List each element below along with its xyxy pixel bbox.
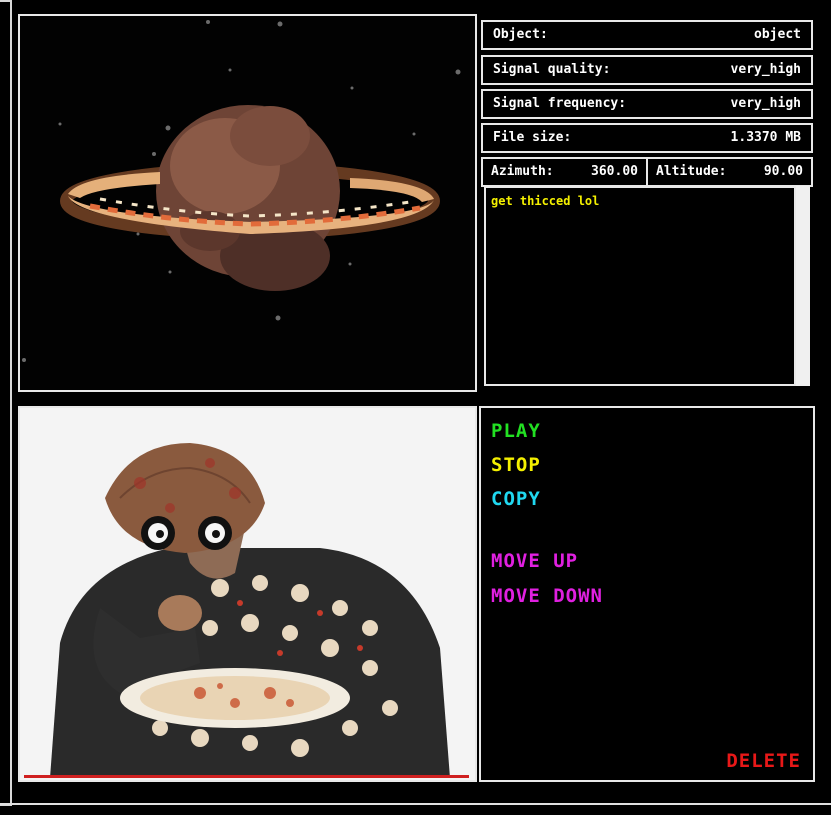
play-button[interactable]: PLAY bbox=[491, 420, 541, 442]
file-size-label: File size: bbox=[493, 130, 572, 145]
azimuth-value: 360.00 bbox=[591, 164, 638, 179]
altitude-row: Altitude: 90.00 bbox=[646, 157, 813, 187]
signal-frequency-row: Signal frequency: very_high bbox=[481, 89, 813, 119]
bottom-divider bbox=[0, 803, 831, 805]
file-size-value: 1.3370 MB bbox=[730, 130, 801, 145]
signal-frequency-label: Signal frequency: bbox=[493, 96, 627, 111]
message-text: get thicced lol bbox=[491, 194, 600, 208]
delete-button[interactable]: DELETE bbox=[726, 750, 801, 772]
planet-image bbox=[20, 16, 475, 390]
signal-quality-label: Signal quality: bbox=[493, 62, 611, 77]
azimuth-row: Azimuth: 360.00 bbox=[481, 157, 648, 187]
signal-photo-viewer bbox=[18, 406, 477, 782]
person-eating-image bbox=[20, 408, 475, 780]
copy-button[interactable]: COPY bbox=[491, 488, 541, 510]
actions-panel: PLAY STOP COPY MOVE UP MOVE DOWN DELETE bbox=[479, 406, 815, 782]
object-value: object bbox=[754, 27, 801, 42]
stop-button[interactable]: STOP bbox=[491, 454, 541, 476]
object-row: Object: object bbox=[481, 20, 813, 50]
photo-progress-line bbox=[24, 775, 469, 778]
signal-quality-value: very_high bbox=[730, 62, 801, 77]
signal-quality-row: Signal quality: very_high bbox=[481, 55, 813, 85]
left-edge-frame bbox=[0, 0, 12, 806]
move-down-button[interactable]: MOVE DOWN bbox=[491, 585, 603, 607]
signal-frequency-value: very_high bbox=[730, 96, 801, 111]
altitude-value: 90.00 bbox=[763, 164, 803, 179]
message-scrollbar[interactable] bbox=[796, 186, 810, 386]
object-label: Object: bbox=[493, 27, 548, 42]
move-up-button[interactable]: MOVE UP bbox=[491, 550, 578, 572]
altitude-label: Altitude: bbox=[656, 164, 727, 179]
azimuth-label: Azimuth: bbox=[491, 164, 554, 179]
message-textarea[interactable]: get thicced lol bbox=[484, 186, 796, 386]
signal-image-viewer bbox=[18, 14, 477, 392]
file-size-row: File size: 1.3370 MB bbox=[481, 123, 813, 153]
